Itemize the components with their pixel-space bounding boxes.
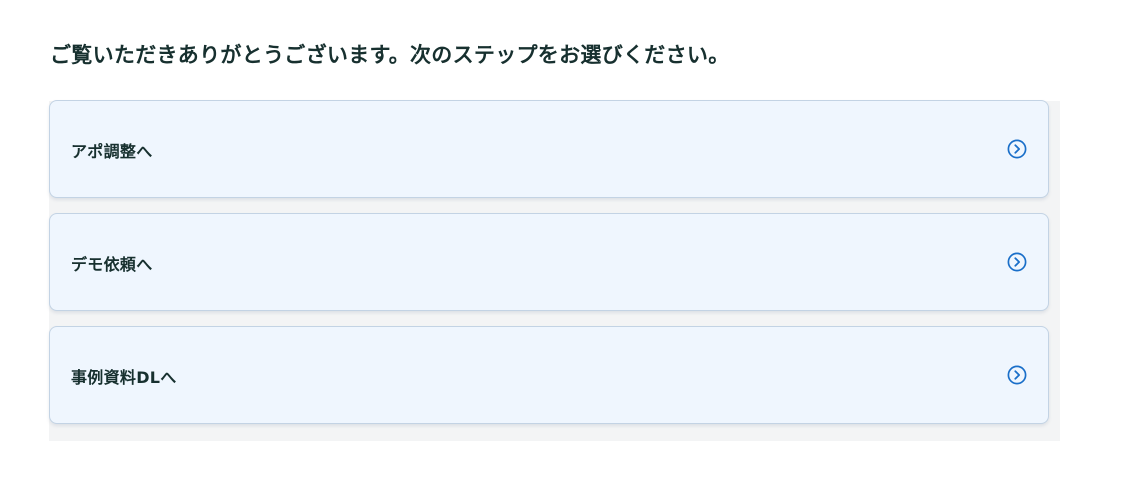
option-demo-request-button[interactable]: デモ依頼へ — [49, 213, 1049, 311]
option-label: 事例資料DLへ — [71, 368, 177, 387]
next-step-options: アポ調整へ デモ依頼へ 事例資料DLへ — [49, 100, 1049, 439]
page-heading: ご覧いただきありがとうございます。次のステップをお選びください。 — [50, 43, 730, 67]
option-appointment-button[interactable]: アポ調整へ — [49, 100, 1049, 198]
chevron-right-circle-icon — [1007, 139, 1027, 159]
option-label: アポ調整へ — [71, 142, 153, 161]
option-case-study-download-button[interactable]: 事例資料DLへ — [49, 326, 1049, 424]
chevron-right-circle-icon — [1007, 252, 1027, 272]
chevron-right-circle-icon — [1007, 365, 1027, 385]
option-label: デモ依頼へ — [71, 255, 153, 274]
